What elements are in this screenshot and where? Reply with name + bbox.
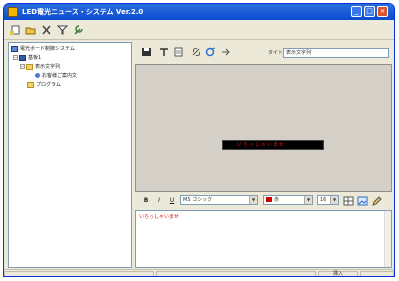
edit-icon[interactable] — [371, 196, 382, 206]
grid-icon[interactable] — [343, 196, 354, 206]
new-icon[interactable] — [10, 25, 21, 35]
status-pane-middle — [156, 271, 316, 276]
app-window: LED電光ニュース・システム Ver.2.0 _ □ × 電光ボード制御システム… — [3, 3, 395, 277]
tool-icon-a[interactable] — [159, 47, 170, 57]
main-toolbar — [4, 21, 394, 40]
underline-button[interactable]: U — [168, 196, 176, 205]
filter-icon[interactable] — [57, 25, 68, 35]
size-select[interactable]: 16 ▼ — [317, 195, 339, 205]
tree-root[interactable]: 電光ボード制御システム — [11, 45, 75, 54]
collapse-toggle[interactable]: − — [20, 64, 25, 69]
content-panel: タイトル 表示文字列 いらっしゃいませ B I U MS ゴシック ▼ 赤 ▼ … — [135, 42, 392, 268]
window-title: LED電光ニュース・システム Ver.2.0 — [22, 8, 144, 16]
collapse-toggle[interactable]: − — [13, 55, 18, 60]
tree-item-guide-message[interactable]: お客様ご案内文 — [35, 72, 77, 81]
tree-panel[interactable]: 電光ボード制御システム − 基板1 − 表示文字列 お客様ご案内文 プログラム — [8, 42, 132, 268]
open-icon[interactable] — [25, 25, 36, 35]
app-icon — [8, 7, 18, 17]
insert-mode-indicator: 挿入 — [318, 271, 358, 276]
italic-button[interactable]: I — [155, 196, 163, 205]
led-display-text: いらっしゃいませ — [237, 142, 285, 148]
database-icon — [19, 54, 26, 61]
bold-button[interactable]: B — [142, 196, 150, 205]
link-icon[interactable] — [191, 47, 202, 57]
computer-icon — [11, 45, 18, 52]
connect-icon[interactable] — [205, 47, 216, 57]
folder-icon — [26, 63, 33, 70]
led-preview-area: いらっしゃいませ — [135, 64, 392, 192]
status-bar: 挿入 — [4, 269, 394, 276]
vertical-scrollbar[interactable] — [384, 211, 391, 267]
clipboard-icon[interactable] — [173, 47, 184, 57]
color-select[interactable]: 赤 ▼ — [263, 195, 313, 205]
maximize-button[interactable]: □ — [364, 6, 375, 17]
delete-icon[interactable] — [41, 25, 52, 35]
status-pane-main — [4, 271, 154, 276]
led-display: いらっしゃいませ — [222, 140, 324, 150]
text-editor[interactable]: いらっしゃいませ — [135, 210, 392, 268]
file-icon — [35, 73, 40, 78]
color-swatch — [266, 197, 272, 202]
chevron-down-icon[interactable]: ▼ — [304, 196, 312, 204]
tools-icon[interactable] — [73, 25, 84, 35]
tree-item-program[interactable]: プログラム — [27, 81, 61, 90]
format-toolbar: B I U MS ゴシック ▼ 赤 ▼ 16 ▼ — [135, 195, 392, 207]
forward-icon[interactable] — [221, 47, 232, 57]
close-button[interactable]: × — [377, 6, 388, 17]
content-toolbar: タイトル 表示文字列 — [135, 42, 392, 58]
chevron-down-icon[interactable]: ▼ — [330, 196, 338, 204]
status-pane-right — [360, 271, 394, 276]
title-input[interactable]: 表示文字列 — [283, 48, 389, 58]
chevron-down-icon[interactable]: ▼ — [249, 196, 257, 204]
editor-text[interactable]: いらっしゃいませ — [139, 213, 179, 221]
font-select[interactable]: MS ゴシック ▼ — [180, 195, 258, 205]
title-bar[interactable]: LED電光ニュース・システム Ver.2.0 _ □ × — [4, 4, 394, 20]
image-icon[interactable] — [357, 196, 368, 206]
tree-item-board[interactable]: − 基板1 — [13, 54, 41, 63]
tree-item-display-text[interactable]: − 表示文字列 — [20, 63, 60, 72]
minimize-button[interactable]: _ — [351, 6, 362, 17]
folder-icon — [27, 81, 34, 88]
save-icon[interactable] — [141, 47, 152, 57]
